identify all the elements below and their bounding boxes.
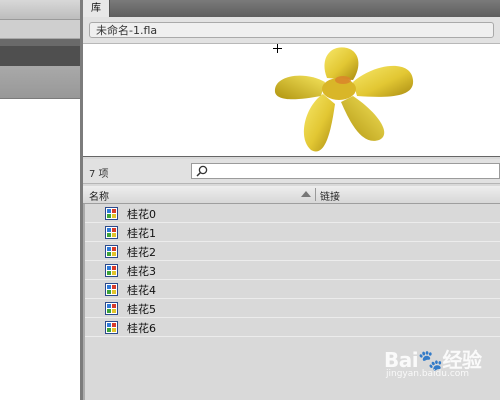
document-select[interactable]: 未命名-1.fla [89, 22, 494, 38]
bitmap-icon [105, 207, 118, 220]
left-panel-divider [0, 39, 80, 46]
bitmap-icon [105, 321, 118, 334]
left-panel-strip [0, 20, 80, 39]
watermark: Bai🐾经验 jingyan.baidu.com [384, 344, 494, 384]
library-panel: 库 未命名-1.fla 7 项 名称 链接 桂花0 桂花1 桂花2 桂花3 桂花… [83, 0, 500, 400]
flower-image [274, 47, 414, 152]
column-header: 名称 链接 [83, 186, 500, 204]
sort-up-icon[interactable] [301, 191, 311, 197]
library-count-bar: 7 项 [83, 159, 500, 184]
left-panel-dark-bar [0, 46, 80, 66]
left-panel-header [0, 0, 80, 20]
list-item[interactable]: 桂花1 [85, 223, 500, 242]
watermark-url: jingyan.baidu.com [386, 369, 470, 379]
bitmap-icon [105, 264, 118, 277]
item-label: 桂花4 [127, 284, 156, 297]
item-label: 桂花6 [127, 322, 156, 335]
left-panel-grey-bar [0, 66, 80, 99]
list-item[interactable]: 桂花5 [85, 299, 500, 318]
item-preview [83, 44, 500, 157]
item-label: 桂花1 [127, 227, 156, 240]
tab-library[interactable]: 库 [83, 0, 110, 17]
library-toolbar: 未命名-1.fla [83, 17, 500, 44]
item-count: 7 项 [89, 169, 109, 180]
bitmap-icon [105, 302, 118, 315]
bitmap-icon [105, 245, 118, 258]
column-separator[interactable] [315, 188, 316, 201]
list-item[interactable]: 桂花0 [85, 204, 500, 223]
list-item[interactable]: 桂花6 [85, 318, 500, 337]
list-item[interactable]: 桂花3 [85, 261, 500, 280]
bitmap-icon [105, 283, 118, 296]
list-item[interactable]: 桂花2 [85, 242, 500, 261]
list-left-border [83, 204, 85, 400]
list-item[interactable]: 桂花4 [85, 280, 500, 299]
item-label: 桂花3 [127, 265, 156, 278]
item-label: 桂花0 [127, 208, 156, 221]
column-name-header[interactable]: 名称 [89, 188, 109, 203]
library-panel-header: 库 [83, 0, 500, 17]
column-linkage-header[interactable]: 链接 [320, 188, 340, 203]
left-panel [0, 0, 80, 400]
item-label: 桂花5 [127, 303, 156, 316]
search-input[interactable] [191, 163, 500, 179]
item-label: 桂花2 [127, 246, 156, 259]
search-icon [196, 165, 208, 177]
bitmap-icon [105, 226, 118, 239]
